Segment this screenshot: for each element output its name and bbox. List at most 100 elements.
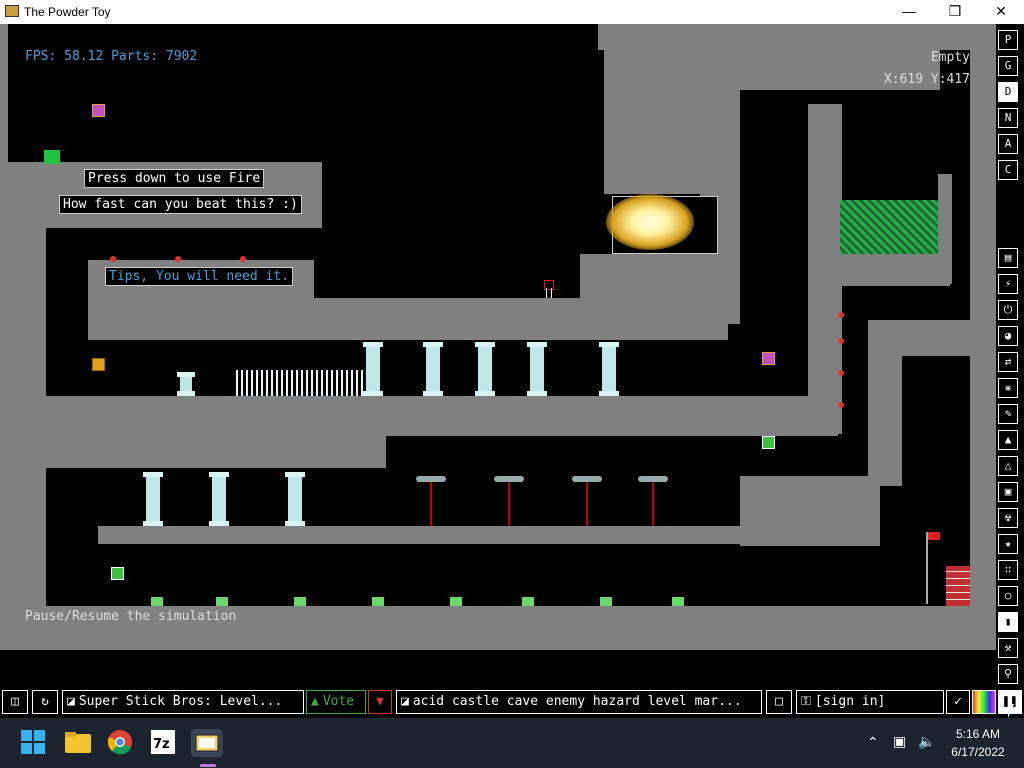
goal-flag — [928, 532, 940, 540]
arrows-icon[interactable]: ⇄ — [998, 352, 1018, 372]
chevron-up-icon[interactable]: ⌃ — [867, 734, 879, 751]
toolbar-letter-button[interactable]: A — [998, 134, 1018, 154]
green-pipe — [44, 150, 60, 164]
tag-icon: ◪ — [401, 694, 409, 709]
title-bar: The Powder Toy — ❐ ✕ — [0, 0, 1024, 24]
minimize-button[interactable]: — — [886, 0, 932, 24]
bottom-bar: ◫ ↻ ◪ Super Stick Bros: Level... ▲ Vote ▼ … — [0, 688, 1024, 718]
flask-icon[interactable]: △ — [998, 456, 1018, 476]
hazard-dot — [838, 312, 844, 318]
enemy-slime — [372, 597, 384, 606]
close-button[interactable]: ✕ — [978, 0, 1024, 24]
svg-text:7z: 7z — [153, 737, 170, 752]
wrench-icon[interactable]: ⚒ — [998, 638, 1018, 658]
hazard-dot — [838, 338, 844, 344]
window-title: The Powder Toy — [24, 5, 111, 19]
powder-toy-icon[interactable] — [191, 729, 223, 757]
network-icon[interactable]: ▣ — [893, 733, 906, 750]
power-icon[interactable]: ⏻ — [998, 300, 1018, 320]
sign-in-label: [sign in] — [814, 694, 886, 709]
thumbs-up-icon: ▲ — [311, 694, 319, 709]
volume-icon[interactable]: 🔈 — [918, 733, 935, 750]
molecule-icon[interactable]: ❋ — [998, 378, 1018, 398]
wall — [46, 396, 838, 436]
coords-readout: X:619 Y:417 — [883, 72, 970, 87]
wall — [46, 432, 386, 468]
hazard-dot — [110, 256, 116, 262]
radiation-icon[interactable]: ☢ — [998, 508, 1018, 528]
clock-date[interactable]: 6/17/2022 — [948, 745, 1008, 759]
square-icon[interactable]: ▣ — [998, 482, 1018, 502]
wall — [868, 320, 902, 486]
renderer-icon[interactable] — [972, 690, 996, 714]
pillar — [285, 472, 305, 526]
stickman-body — [546, 288, 552, 298]
sign-tips[interactable]: Tips, You will need it. — [105, 267, 294, 286]
enemy-slime — [522, 597, 534, 606]
vote-down-icon[interactable]: ▼ — [368, 690, 392, 714]
health-pickup — [111, 567, 124, 580]
element-readout: Empty — [930, 50, 970, 65]
fire-powerup — [92, 358, 105, 371]
sign-in-button[interactable]: ⚿ [sign in] — [796, 690, 944, 714]
file-explorer-icon[interactable] — [64, 729, 92, 757]
open-icon[interactable]: ◫ — [2, 690, 28, 714]
wall — [98, 526, 760, 544]
sign-fire[interactable]: Press down to use Fire — [84, 169, 265, 188]
bulb-icon[interactable]: ○ — [998, 586, 1018, 606]
new-file-icon[interactable]: □ — [766, 690, 792, 714]
tooltip-text: Pause/Resume the simulation — [25, 609, 237, 624]
mouse-cursor-icon — [1008, 704, 1014, 718]
sign-speed[interactable]: How fast can you beat this? :) — [59, 195, 302, 214]
active-app-indicator — [200, 764, 216, 767]
lamp-pole — [652, 482, 654, 526]
7zip-icon[interactable]: 7z — [150, 729, 178, 757]
menu-icon[interactable]: ▤ — [998, 248, 1018, 268]
toolbar-letter-button[interactable]: C — [998, 160, 1018, 180]
simulation-canvas[interactable]: Press down to use Fire How fast can you … — [0, 24, 996, 686]
brick-wall — [946, 566, 970, 606]
clock-time[interactable]: 5:16 AM — [948, 727, 1008, 741]
pillar — [599, 342, 619, 396]
app-icon — [5, 5, 19, 17]
vote-up-button[interactable]: ▲ Vote — [306, 690, 366, 714]
enemy-slime — [672, 597, 684, 606]
chrome-icon[interactable] — [107, 729, 135, 757]
wall — [808, 104, 842, 434]
hazard-dot — [838, 370, 844, 376]
flame-icon[interactable]: ▲ — [998, 430, 1018, 450]
pillar — [423, 342, 443, 396]
powerup-box — [762, 352, 775, 365]
tags-button[interactable]: ◪ acid castle cave enemy hazard level mar… — [396, 690, 762, 714]
star-icon[interactable]: ★ — [998, 534, 1018, 554]
lamp-pole — [508, 482, 510, 526]
key-icon: ⚿ — [801, 694, 811, 709]
pillar — [475, 342, 495, 396]
pillar — [527, 342, 547, 396]
pillar — [363, 342, 383, 396]
settings-icon[interactable]: ✓ — [946, 690, 970, 714]
toolbar-letter-button[interactable]: D — [998, 82, 1018, 102]
bookmark-icon[interactable]: ▮ — [998, 612, 1018, 632]
wall — [938, 174, 952, 284]
particles-icon[interactable]: ∷ — [998, 560, 1018, 580]
gauge-icon[interactable]: ◕ — [998, 326, 1018, 346]
health-pickup — [762, 436, 775, 449]
pen-icon[interactable]: ✎ — [998, 404, 1018, 424]
save-name-button[interactable]: ◪ Super Stick Bros: Level... — [62, 690, 304, 714]
plug-icon[interactable]: ⚡ — [998, 274, 1018, 294]
toolbar-letter-button[interactable]: N — [998, 108, 1018, 128]
pillar-broken — [177, 372, 195, 396]
search-icon[interactable]: ⚲ — [998, 664, 1018, 684]
toolbar-letter-button[interactable]: P — [998, 30, 1018, 50]
save-name-label: Super Stick Bros: Level... — [78, 694, 283, 709]
fps-readout: FPS: 58.12 Parts: 7902 — [25, 49, 198, 64]
pillar — [143, 472, 163, 526]
toolbar-letter-button[interactable]: G — [998, 56, 1018, 76]
flag-pole — [926, 532, 928, 604]
maximize-button[interactable]: ❐ — [932, 0, 978, 24]
start-icon[interactable] — [20, 729, 48, 757]
reload-icon[interactable]: ↻ — [32, 690, 58, 714]
wall — [970, 24, 996, 650]
hazard-dot — [175, 256, 181, 262]
